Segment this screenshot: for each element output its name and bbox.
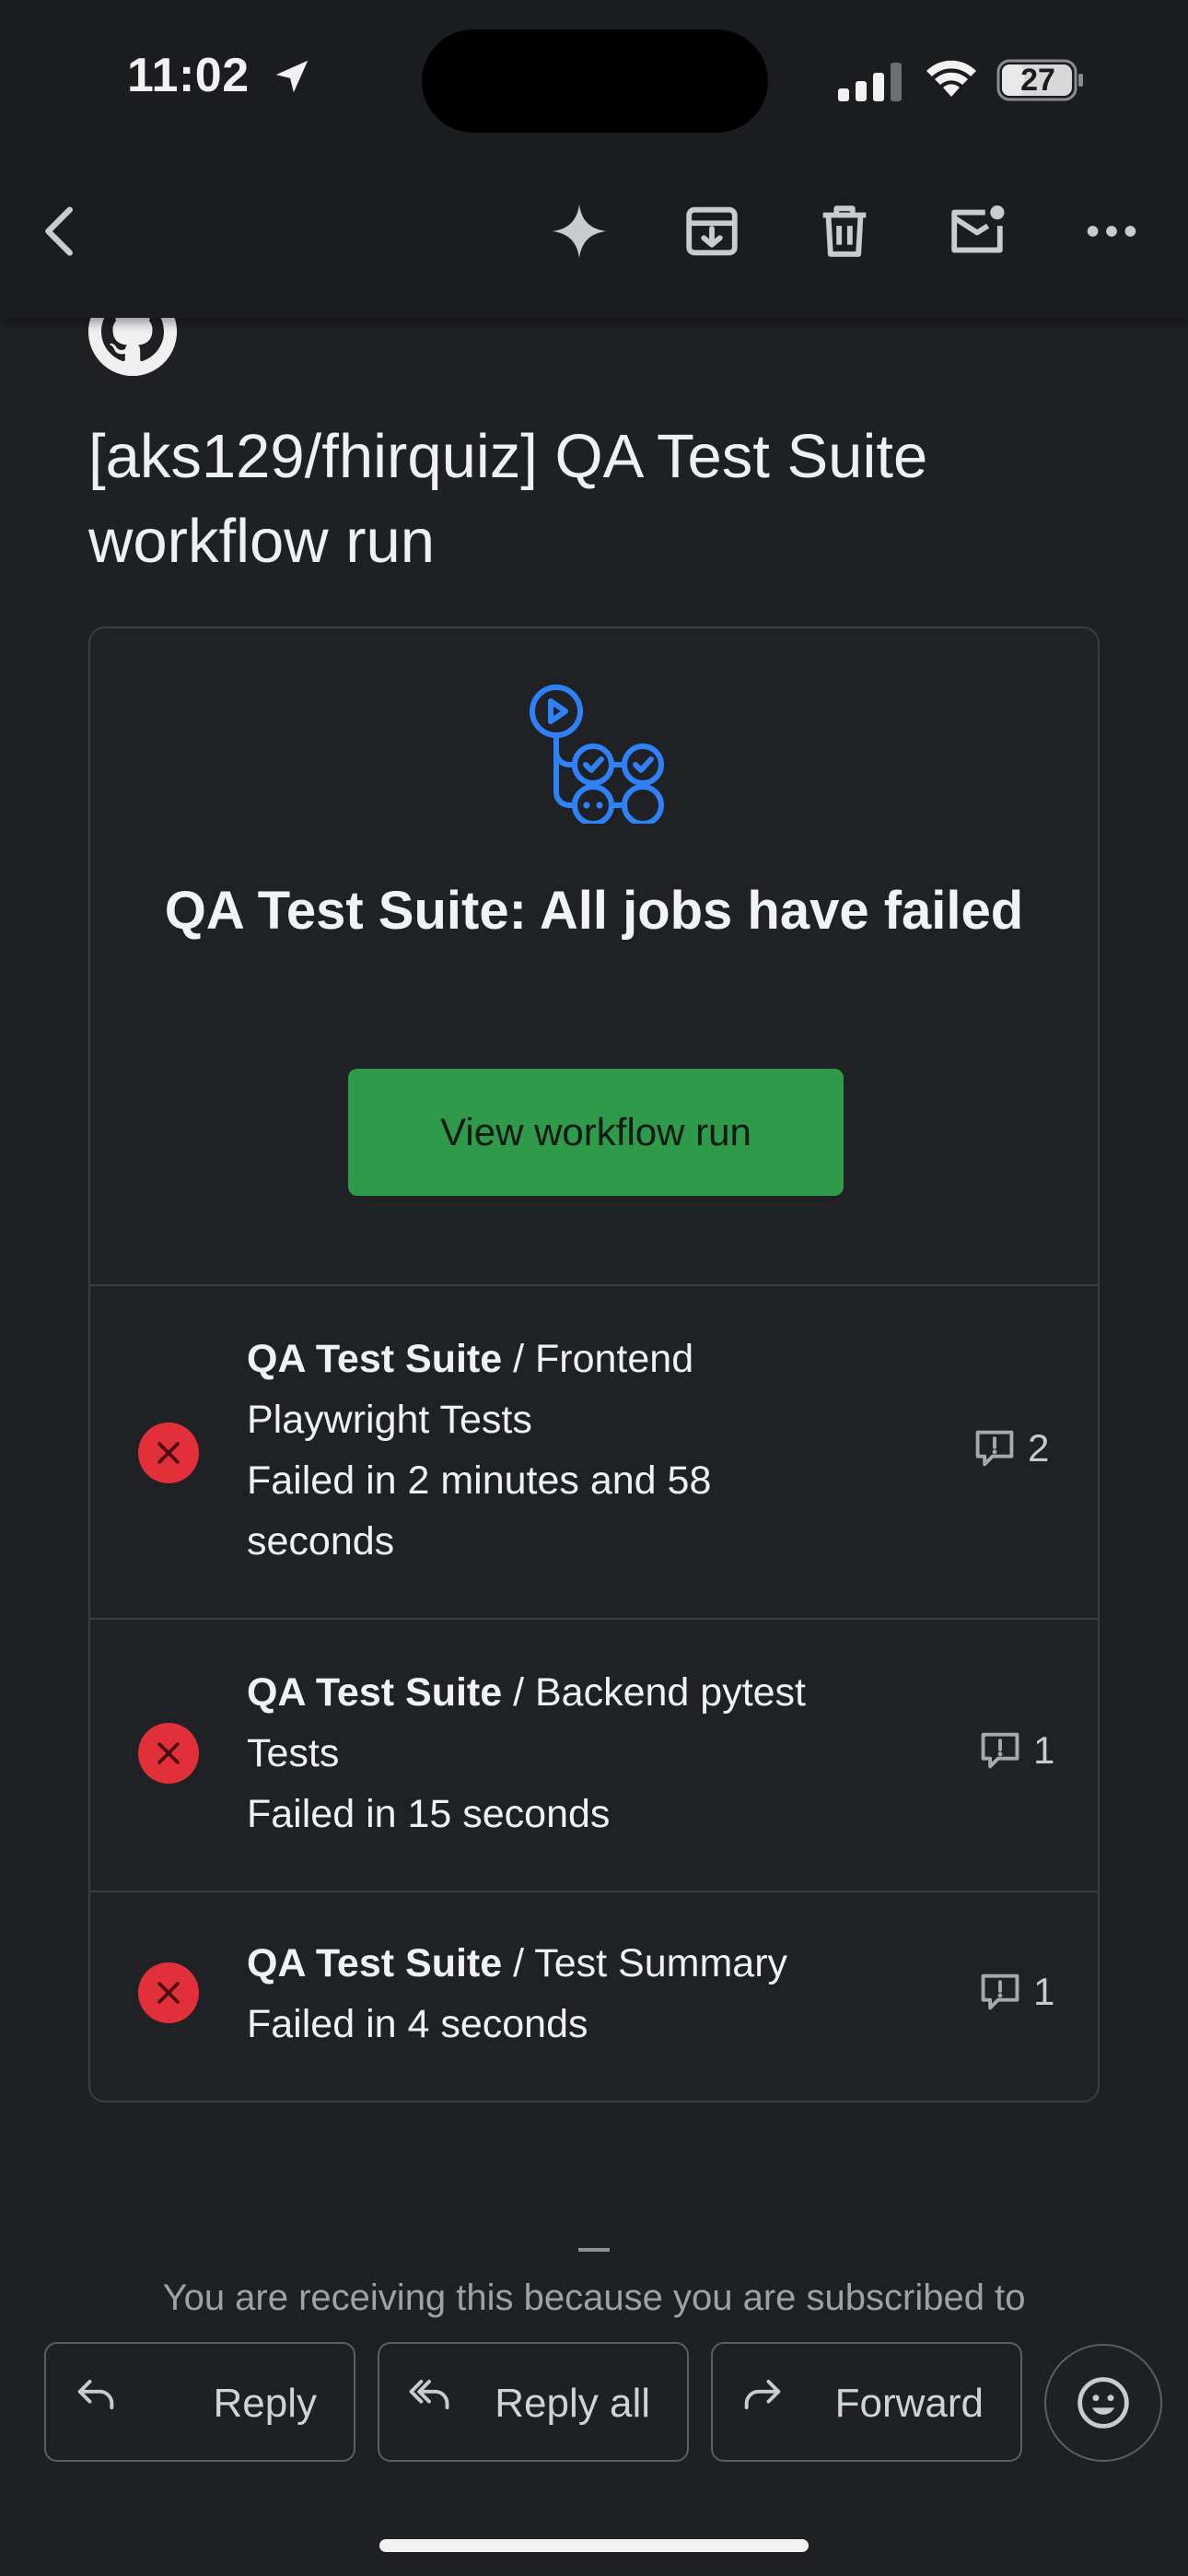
emoji-reaction-button[interactable]	[1044, 2344, 1162, 2462]
failed-status-icon	[138, 1962, 199, 2023]
mail-unread-icon	[951, 205, 1005, 253]
dynamic-island	[422, 29, 768, 133]
job-annotations: 2	[971, 1421, 1072, 1476]
email-screen: 11:02 27 [aks129/fhirquiz] QA Test Suite…	[0, 0, 1188, 2576]
wifi-icon	[926, 60, 976, 97]
cellular-signal-icon	[838, 63, 902, 101]
workflow-card: QA Test Suite: All jobs have failed View…	[88, 626, 1100, 2102]
job-duration-line1: Failed in 15 seconds	[247, 1792, 611, 1836]
sparkle-icon	[552, 204, 607, 259]
failed-status-icon	[138, 1423, 199, 1483]
annotation-count: 1	[1033, 1728, 1055, 1772]
comment-alert-icon	[975, 1430, 1014, 1467]
job-duration-line1: Failed in 4 seconds	[247, 2002, 588, 2046]
job-details: QA Test Suite / Test Summary Failed in 4…	[247, 1933, 928, 2055]
annotation-count: 2	[1028, 1426, 1050, 1469]
reply-all-label: Reply all	[495, 2381, 650, 2426]
status-bar: 11:02 27	[0, 0, 1188, 157]
job-workflow-name: QA Test Suite	[247, 1941, 503, 1985]
trash-icon	[822, 205, 867, 257]
job-separator: /	[502, 1670, 535, 1715]
job-duration-line1: Failed in 2 minutes and 58	[247, 1458, 712, 1503]
reply-all-button[interactable]: Reply all	[378, 2342, 689, 2462]
back-button[interactable]	[20, 190, 103, 273]
mark-unread-button[interactable]	[936, 190, 1019, 273]
archive-icon	[686, 206, 738, 256]
gemini-button[interactable]	[538, 190, 621, 273]
github-actions-icon	[530, 685, 664, 824]
job-separator: /	[502, 1337, 535, 1381]
job-annotations: 1	[976, 1723, 1077, 1778]
job-name-line1: Test Summary	[534, 1941, 788, 1985]
job-name-line2: Tests	[247, 1731, 340, 1775]
close-icon	[157, 1742, 180, 1764]
failed-status-icon	[138, 1723, 199, 1784]
close-icon	[157, 1982, 180, 2004]
job-row[interactable]: QA Test Suite / Backend pytest Tests Fai…	[90, 1618, 1098, 1891]
more-options-button[interactable]	[1070, 190, 1153, 273]
job-annotations: 1	[976, 1964, 1077, 2020]
close-icon	[157, 1442, 180, 1464]
chevron-left-icon	[45, 206, 73, 256]
job-details: QA Test Suite / Frontend Playwright Test…	[247, 1329, 928, 1572]
comment-alert-icon	[981, 1732, 1019, 1769]
reply-icon	[77, 2380, 114, 2410]
job-workflow-name: QA Test Suite	[247, 1670, 503, 1715]
annotation-count: 1	[1033, 1970, 1055, 2013]
forward-icon	[744, 2380, 781, 2410]
comment-alert-icon	[981, 1973, 1019, 2010]
job-name-line1: Frontend	[535, 1337, 694, 1381]
workflow-card-header: QA Test Suite: All jobs have failed View…	[90, 628, 1098, 1284]
job-row[interactable]: QA Test Suite / Test Summary Failed in 4…	[90, 1891, 1098, 2101]
archive-button[interactable]	[670, 190, 753, 273]
reply-bar: Reply Reply all Forward	[0, 2322, 1188, 2576]
forward-button[interactable]: Forward	[711, 2342, 1022, 2462]
job-details: QA Test Suite / Backend pytest Tests Fai…	[247, 1662, 928, 1844]
job-row[interactable]: QA Test Suite / Frontend Playwright Test…	[90, 1284, 1098, 1618]
forward-label: Forward	[834, 2381, 984, 2426]
view-workflow-run-button[interactable]: View workflow run	[348, 1069, 844, 1196]
emoji-smile-icon	[1077, 2377, 1129, 2429]
delete-button[interactable]	[803, 190, 886, 273]
reply-label: Reply	[213, 2381, 318, 2426]
footer-divider	[578, 2248, 610, 2252]
battery-level: 27	[1020, 62, 1055, 98]
workflow-status-title: QA Test Suite: All jobs have failed	[164, 881, 1024, 941]
home-indicator[interactable]	[379, 2539, 809, 2552]
job-name-line1: Backend pytest	[535, 1670, 807, 1715]
reply-all-icon	[409, 2380, 449, 2410]
location-arrow-icon	[275, 60, 309, 93]
job-separator: /	[502, 1941, 535, 1985]
job-name-line2: Playwright Tests	[247, 1398, 532, 1442]
subscription-notice: You are receiving this because you are s…	[162, 2277, 1026, 2318]
email-toolbar	[0, 157, 1188, 318]
job-workflow-name: QA Test Suite	[247, 1337, 503, 1381]
email-subject: [aks129/fhirquiz] QA Test Suite workflow…	[88, 422, 928, 576]
status-time: 11:02	[127, 49, 250, 102]
job-duration-line2: seconds	[247, 1519, 395, 1563]
reply-button[interactable]: Reply	[44, 2342, 355, 2462]
more-horizontal-icon	[1087, 226, 1136, 237]
